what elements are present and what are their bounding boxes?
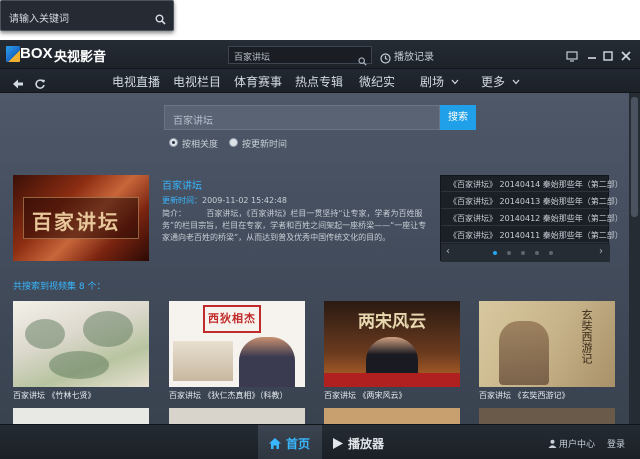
episode-item[interactable]: 《百家讲坛》 20140411 秦始那些年（第二部） <box>441 227 623 243</box>
main-search-value: 百家讲坛 <box>173 116 213 127</box>
logo-cn-text: 央视影音 <box>54 50 107 65</box>
pager-dot[interactable] <box>521 251 525 255</box>
nav-item-tv-live[interactable]: 电视直播 <box>112 73 160 90</box>
nav-item-tv-columns[interactable]: 电视栏目 <box>173 73 221 90</box>
episode-label: 《百家讲坛》 20140412 秦始那些年（第二部） <box>449 214 623 223</box>
home-tab[interactable]: 首页 <box>258 425 322 459</box>
nav-item-theater[interactable]: 剧场 <box>420 73 459 90</box>
main-content: 百家讲坛 搜索 按相关度 按更新时间 百家讲坛 百家讲坛 更新时间：2009-1… <box>0 93 629 424</box>
featured-update-time: 更新时间：2009-11-02 15:42:48 <box>162 195 287 206</box>
nav-item-sports[interactable]: 体育赛事 <box>234 73 282 90</box>
clock-icon <box>380 49 391 68</box>
pager-dot[interactable] <box>549 251 553 255</box>
search-icon[interactable] <box>358 51 367 70</box>
results-count-label: 共搜索到视频集 8 个： <box>13 282 106 292</box>
back-arrow-icon[interactable] <box>12 75 24 94</box>
home-icon <box>268 435 282 454</box>
pager-dot[interactable] <box>535 251 539 255</box>
logo-text: BOX <box>20 45 53 62</box>
login-button[interactable]: 登录 <box>607 437 625 450</box>
home-tab-label: 首页 <box>286 437 311 451</box>
screen-icon[interactable] <box>566 47 580 62</box>
featured-image[interactable]: 百家讲坛 <box>13 175 149 261</box>
episode-label: 《百家讲坛》 20140413 秦始那些年（第二部） <box>449 197 623 206</box>
search-icon[interactable] <box>155 10 166 29</box>
result-thumbnail-partial[interactable] <box>324 408 460 424</box>
scrollbar-thumb[interactable] <box>631 97 638 217</box>
top-search-value: 百家讲坛 <box>234 53 271 63</box>
result-thumbnail-partial[interactable] <box>479 408 615 424</box>
nav-bar: 电视直播 电视栏目 体育赛事 热点专辑 微纪实 剧场 更多 <box>0 69 640 93</box>
nav-item-more[interactable]: 更多 <box>481 73 520 90</box>
pager-dot[interactable] <box>507 251 511 255</box>
thumbnail-title-art: 西狄相杰 <box>203 305 261 333</box>
episode-list: 《百家讲坛》 20140414 秦始那些年（第二部） 《百家讲坛》 201404… <box>440 175 623 262</box>
minimize-icon[interactable] <box>586 47 600 61</box>
main-search-input[interactable]: 百家讲坛 <box>164 105 440 130</box>
thumbnail-caption[interactable]: 百家讲坛 《两宋风云》 <box>324 390 407 401</box>
episode-pager: ‹ › <box>441 244 610 262</box>
close-icon[interactable] <box>620 47 634 61</box>
history-label: 播放记录 <box>394 52 434 63</box>
floating-search-placeholder: 请输入关键词 <box>9 14 69 25</box>
chevron-right-icon[interactable]: › <box>599 246 603 257</box>
chevron-left-icon[interactable]: ‹ <box>446 246 450 257</box>
floating-search-box[interactable]: 请输入关键词 <box>0 0 174 31</box>
featured-image-text: 百家讲坛 <box>32 210 120 234</box>
search-button[interactable]: 搜索 <box>440 105 476 130</box>
sort-time-label: 按更新时间 <box>242 140 288 150</box>
logo-mark-icon <box>6 46 20 62</box>
play-icon <box>332 435 344 454</box>
nav-item-hot-albums[interactable]: 热点专辑 <box>295 73 343 90</box>
thumbnail-caption[interactable]: 百家讲坛 《玄奘西游记》 <box>479 390 570 401</box>
nav-more-label: 更多 <box>481 75 506 89</box>
result-thumbnail-partial[interactable] <box>169 408 305 424</box>
user-center-label: 用户中心 <box>559 440 596 450</box>
nav-theater-label: 剧场 <box>420 75 445 89</box>
episode-item[interactable]: 《百家讲坛》 20140414 秦始那些年（第二部） <box>441 176 623 192</box>
user-icon <box>548 439 557 448</box>
result-thumbnail[interactable] <box>13 301 149 387</box>
description-text: 百家讲坛，《百家讲坛》栏目一贯坚持“让专家，学者为百姓服务”的栏目宗旨，栏目在专… <box>162 209 427 242</box>
scrollbar[interactable] <box>629 93 640 424</box>
refresh-icon[interactable] <box>34 75 46 94</box>
user-center-button[interactable]: 用户中心 <box>548 437 595 450</box>
featured-image-banner: 百家讲坛 <box>23 197 139 239</box>
episode-label: 《百家讲坛》 20140414 秦始那些年（第二部） <box>449 180 623 189</box>
player-tab-label: 播放器 <box>348 437 385 451</box>
thumbnail-title-art: 两宋风云 <box>358 312 426 332</box>
result-thumbnail-partial[interactable] <box>13 408 149 424</box>
update-time-label: 更新时间： <box>162 196 202 205</box>
bottom-bar: 首页 播放器 用户中心 登录 <box>0 424 640 459</box>
description-label: 简介： <box>162 209 186 218</box>
title-bar: BOX 央视影音 百家讲坛 播放记录 <box>0 40 640 69</box>
chevron-down-icon <box>512 79 520 85</box>
episode-label: 《百家讲坛》 20140411 秦始那些年（第二部） <box>449 231 623 240</box>
episode-item[interactable]: 《百家讲坛》 20140413 秦始那些年（第二部） <box>441 193 623 209</box>
nav-item-documentary[interactable]: 微纪实 <box>359 73 395 90</box>
radio-unselected-icon <box>229 138 238 147</box>
result-thumbnail[interactable]: 玄奘西游记 <box>479 301 615 387</box>
pager-dot-active[interactable] <box>493 251 497 255</box>
maximize-icon[interactable] <box>602 47 616 61</box>
sort-relevance-label: 按相关度 <box>182 140 219 150</box>
episode-item[interactable]: 《百家讲坛》 20140412 秦始那些年（第二部） <box>441 210 623 226</box>
thumbnail-caption[interactable]: 百家讲坛 《竹林七贤》 <box>13 390 96 401</box>
chevron-down-icon <box>451 79 459 85</box>
featured-description: 简介： 百家讲坛，《百家讲坛》栏目一贯坚持“让专家，学者为百姓服务”的栏目宗旨，… <box>162 208 432 244</box>
radio-selected-icon <box>169 138 178 147</box>
result-thumbnail[interactable]: 西狄相杰 <box>169 301 305 387</box>
top-search-input[interactable]: 百家讲坛 <box>228 46 372 66</box>
featured-title[interactable]: 百家讲坛 <box>162 177 202 192</box>
app-window: BOX 央视影音 百家讲坛 播放记录 电视直播 电视栏目 体育赛事 热点专辑 微… <box>0 40 640 459</box>
result-thumbnail[interactable]: 两宋风云 <box>324 301 460 387</box>
update-time-value: 2009-11-02 15:42:48 <box>202 196 287 205</box>
thumbnail-title-art: 玄奘西游记 <box>580 309 593 364</box>
thumbnail-caption[interactable]: 百家讲坛 《狄仁杰真相》（科教） <box>169 390 288 401</box>
